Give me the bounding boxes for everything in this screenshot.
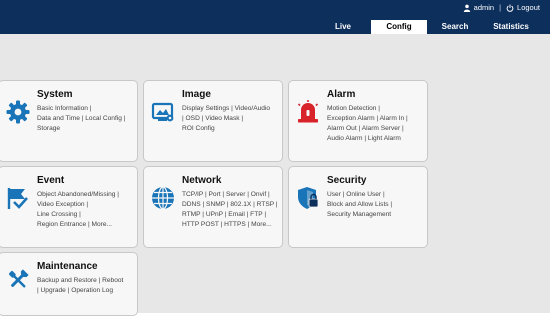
link-line[interactable]: Audio Alarm | Light Alarm <box>327 134 427 144</box>
logout-link[interactable]: Logout <box>517 3 540 12</box>
link-line[interactable]: Storage <box>37 124 137 134</box>
card-security[interactable]: Security User | Online User | Block and … <box>288 166 428 248</box>
username[interactable]: admin <box>474 3 494 12</box>
card-title: System <box>37 89 73 100</box>
card-title: Alarm <box>327 89 356 100</box>
card-title: Event <box>37 175 65 186</box>
link-line[interactable]: Display Settings | Video/Audio <box>182 104 282 114</box>
tab-config[interactable]: Config <box>371 20 427 34</box>
card-maintenance[interactable]: Maintenance Backup and Restore | Reboot … <box>0 252 138 316</box>
event-flag-icon <box>7 188 28 209</box>
card-alarm[interactable]: Alarm Motion Detection | Exception Alarm… <box>288 80 428 162</box>
separator: | <box>499 3 502 12</box>
shield-lock-icon <box>298 187 319 209</box>
link-line[interactable]: HTTP POST | HTTPS | More... <box>182 220 282 230</box>
link-line[interactable]: Data and Time | Local Config | <box>37 114 137 124</box>
card-links: User | Online User | Block and Allow Lis… <box>327 190 427 220</box>
wrench-screwdriver-icon <box>8 269 29 288</box>
link-line[interactable]: Block and Allow Lists | <box>327 200 427 210</box>
link-line[interactable]: Alarm Out | Alarm Server | <box>327 124 427 134</box>
link-line[interactable]: Security Management <box>327 210 427 220</box>
link-line[interactable]: RTMP | UPnP | Email | FTP | <box>182 210 282 220</box>
card-title: Security <box>327 175 367 186</box>
card-image[interactable]: Image Display Settings | Video/Audio | O… <box>143 80 283 162</box>
card-links: Backup and Restore | Reboot | Upgrade | … <box>37 276 137 296</box>
card-title: Network <box>182 175 222 186</box>
card-title: Maintenance <box>37 261 98 272</box>
link-line[interactable]: Line Crossing | <box>37 210 137 220</box>
link-line[interactable]: TCP/IP | Port | Server | Onvif | <box>182 190 282 200</box>
link-line[interactable]: | OSD | Video Mask | <box>182 114 282 124</box>
user-icon <box>463 4 470 12</box>
link-line[interactable]: DDNS | SNMP | 802.1X | RTSP | <box>182 200 282 210</box>
card-links: Display Settings | Video/Audio | OSD | V… <box>182 104 282 134</box>
card-system[interactable]: System Basic Information | Data and Time… <box>0 80 138 162</box>
link-line[interactable]: ROI Config <box>182 124 282 134</box>
link-line[interactable]: Basic Information | <box>37 104 137 114</box>
card-event[interactable]: Event Object Abandoned/Missing | Video E… <box>0 166 138 248</box>
link-line[interactable]: Backup and Restore | Reboot <box>37 276 137 286</box>
config-content: System Basic Information | Data and Time… <box>0 34 550 316</box>
card-links: TCP/IP | Port | Server | Onvif | DDNS | … <box>182 190 282 230</box>
card-title: Image <box>182 89 211 100</box>
link-line[interactable]: Motion Detection | <box>327 104 427 114</box>
user-bar: admin | Logout <box>463 3 540 12</box>
link-line[interactable]: User | Online User | <box>327 190 427 200</box>
power-icon[interactable] <box>506 4 514 12</box>
tab-statistics[interactable]: Statistics <box>483 20 539 34</box>
tab-live[interactable]: Live <box>315 20 371 34</box>
link-line[interactable]: | Upgrade | Operation Log <box>37 286 137 296</box>
globe-icon <box>152 186 174 210</box>
link-line[interactable]: Object Abandoned/Missing | <box>37 190 137 200</box>
tab-search[interactable]: Search <box>427 20 483 34</box>
link-line[interactable]: Video Exception | <box>37 200 137 210</box>
gear-icon <box>6 100 30 124</box>
card-links: Object Abandoned/Missing | Video Excepti… <box>37 190 137 230</box>
header-bar: admin | Logout Live Config Search Statis… <box>0 0 550 34</box>
alarm-siren-icon <box>297 100 319 123</box>
main-tabs: Live Config Search Statistics <box>315 20 539 34</box>
card-links: Motion Detection | Exception Alarm | Ala… <box>327 104 427 144</box>
image-settings-icon <box>151 102 174 122</box>
card-links: Basic Information | Data and Time | Loca… <box>37 104 137 134</box>
link-line[interactable]: Exception Alarm | Alarm In | <box>327 114 427 124</box>
card-network[interactable]: Network TCP/IP | Port | Server | Onvif |… <box>143 166 283 248</box>
link-line[interactable]: Region Entrance | More... <box>37 220 137 230</box>
